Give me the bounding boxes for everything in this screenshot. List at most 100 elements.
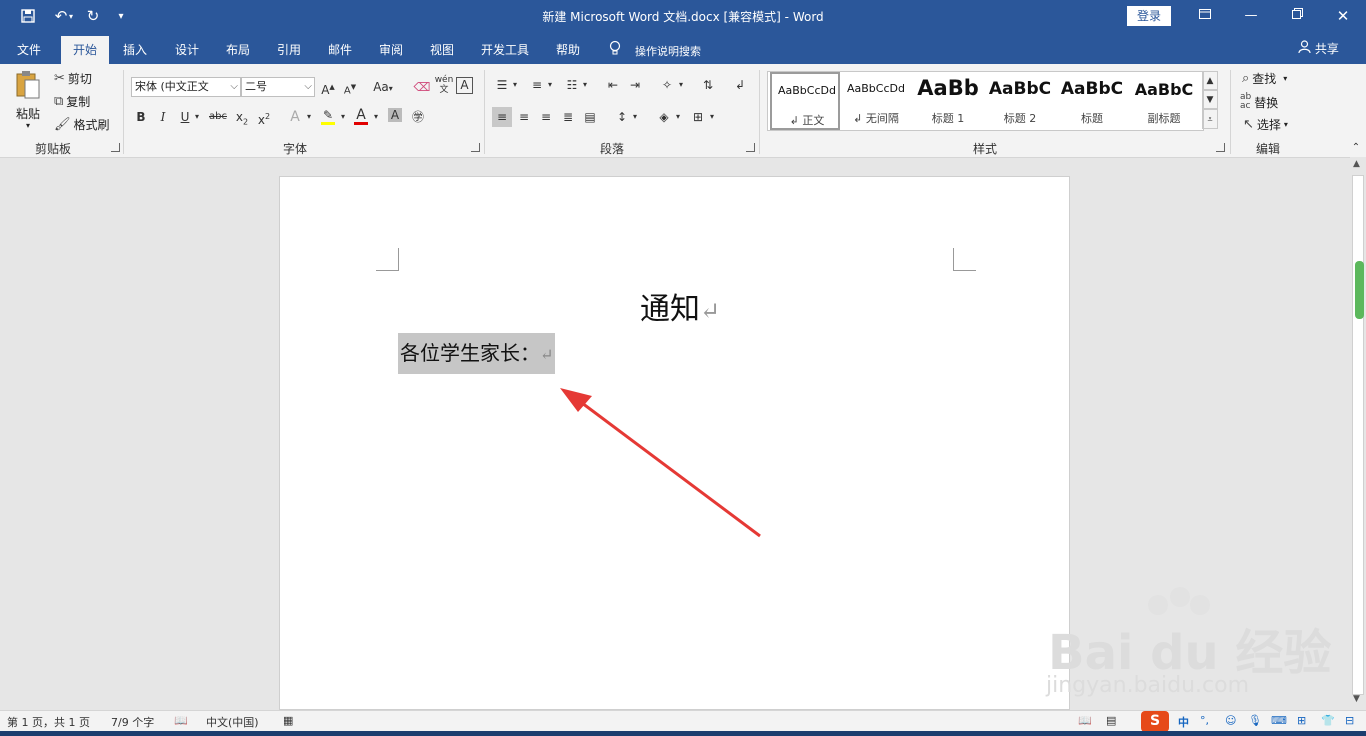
multilevel-list-icon[interactable]: ☷ bbox=[562, 75, 582, 95]
font-size-combobox[interactable]: 二号 ⌵ bbox=[241, 77, 315, 97]
style-no-spacing[interactable]: AaBbCcDd ↲ 无间隔 bbox=[841, 72, 911, 130]
collapse-ribbon-icon[interactable]: ⌃ bbox=[1346, 138, 1366, 158]
enclose-characters-icon[interactable]: ㊫ bbox=[408, 107, 428, 127]
style-title[interactable]: AaBbC 标题 bbox=[1057, 72, 1127, 130]
tab-review[interactable]: 审阅 bbox=[379, 41, 403, 58]
find-button[interactable]: ⌕ 查找 ▾ bbox=[1242, 70, 1287, 87]
text-effects-dropdown-icon[interactable]: ▾ bbox=[304, 107, 314, 127]
format-painter-button[interactable]: 🖌 格式刷 bbox=[54, 116, 110, 133]
login-button[interactable]: 登录 bbox=[1127, 6, 1171, 26]
style-heading-1[interactable]: AaBb 标题 1 bbox=[913, 72, 983, 130]
print-layout-icon[interactable]: ▤ bbox=[1106, 714, 1116, 727]
styles-more-icon[interactable]: ⩡ bbox=[1202, 109, 1218, 129]
character-border-icon[interactable]: A bbox=[456, 77, 473, 94]
align-center-icon[interactable]: ≡ bbox=[514, 107, 534, 127]
distributed-icon[interactable]: ▤ bbox=[580, 107, 600, 127]
increase-indent-icon[interactable]: ⇥ bbox=[625, 75, 645, 95]
line-spacing-icon[interactable]: ↕ bbox=[612, 107, 632, 127]
ime-mode-indicator[interactable]: 中 bbox=[1178, 714, 1189, 730]
keyboard-icon[interactable]: ⌨ bbox=[1271, 714, 1287, 727]
text-effects-icon[interactable]: A bbox=[285, 107, 305, 127]
align-right-icon[interactable]: ≡ bbox=[536, 107, 556, 127]
bullets-dropdown-icon[interactable]: ▾ bbox=[510, 75, 520, 95]
justify-icon[interactable]: ≣ bbox=[558, 107, 578, 127]
cut-button[interactable]: ✂ 剪切 bbox=[54, 70, 92, 87]
superscript-icon[interactable]: x2 bbox=[254, 107, 274, 127]
microphone-icon[interactable]: 🎙 bbox=[1248, 714, 1262, 727]
tab-help[interactable]: 帮助 bbox=[556, 41, 580, 58]
language-status[interactable]: 中文(中国) bbox=[206, 714, 259, 730]
line-spacing-dropdown-icon[interactable]: ▾ bbox=[630, 107, 640, 127]
tab-insert[interactable]: 插入 bbox=[123, 41, 147, 58]
scrollbar-thumb[interactable] bbox=[1355, 261, 1364, 319]
underline-dropdown-icon[interactable]: ▾ bbox=[192, 107, 202, 127]
grid-icon[interactable]: ⊞ bbox=[1297, 714, 1306, 727]
replace-button[interactable]: ab ac 替换 bbox=[1240, 93, 1278, 111]
shading-dropdown-icon[interactable]: ▾ bbox=[673, 107, 683, 127]
emoji-icon[interactable]: ☺ bbox=[1225, 714, 1236, 727]
style-heading-2[interactable]: AaBbC 标题 2 bbox=[985, 72, 1055, 130]
styles-dialog-launcher[interactable]: . bbox=[1216, 143, 1225, 152]
grow-font-icon[interactable]: A▲ bbox=[318, 77, 338, 97]
numbering-icon[interactable]: ≡ bbox=[527, 75, 547, 95]
borders-icon[interactable]: ⊞ bbox=[688, 107, 708, 127]
numbering-dropdown-icon[interactable]: ▾ bbox=[545, 75, 555, 95]
highlight-icon[interactable]: ✎ bbox=[318, 105, 338, 125]
bold-icon[interactable]: B bbox=[131, 107, 151, 127]
clipboard-dialog-launcher[interactable]: . bbox=[111, 143, 120, 152]
styles-scroll-down-icon[interactable]: ▼ bbox=[1202, 90, 1218, 109]
decrease-indent-icon[interactable]: ⇤ bbox=[603, 75, 623, 95]
tab-file[interactable]: 文件 bbox=[17, 41, 41, 58]
character-shading-icon[interactable]: A bbox=[388, 108, 402, 122]
font-name-combobox[interactable]: 宋体 (中文正文 ⌵ bbox=[131, 77, 241, 97]
tab-references[interactable]: 引用 bbox=[277, 41, 301, 58]
scrollbar-track[interactable] bbox=[1352, 175, 1364, 695]
shrink-font-icon[interactable]: A▼ bbox=[340, 77, 360, 97]
paragraph-dialog-launcher[interactable]: . bbox=[746, 143, 755, 152]
tab-developer[interactable]: 开发工具 bbox=[481, 41, 529, 58]
chinese-layout-icon[interactable]: ✧ bbox=[657, 75, 677, 95]
scroll-up-icon[interactable]: ▲ bbox=[1353, 159, 1360, 169]
font-color-dropdown-icon[interactable]: ▾ bbox=[371, 107, 381, 127]
style-subtitle[interactable]: AaBbC 副标题 bbox=[1129, 72, 1199, 130]
shading-icon[interactable]: ◈ bbox=[654, 107, 674, 127]
tab-design[interactable]: 设计 bbox=[175, 41, 199, 58]
share-button[interactable]: 共享 bbox=[1298, 40, 1339, 57]
tab-view[interactable]: 视图 bbox=[430, 41, 454, 58]
tab-layout[interactable]: 布局 bbox=[226, 41, 250, 58]
tab-mailings[interactable]: 邮件 bbox=[328, 41, 352, 58]
document-heading[interactable]: 通知↵ bbox=[640, 284, 720, 328]
scroll-down-icon[interactable]: ▼ bbox=[1353, 694, 1360, 704]
toolbox-icon[interactable]: ⊟ bbox=[1345, 714, 1354, 727]
show-formatting-marks-icon[interactable]: ↲ bbox=[730, 75, 750, 95]
selected-text-salutation[interactable]: 各位学生家长：↵ bbox=[398, 333, 556, 374]
tell-me-search[interactable]: 操作说明搜索 bbox=[635, 43, 701, 59]
borders-dropdown-icon[interactable]: ▾ bbox=[707, 107, 717, 127]
style-normal[interactable]: AaBbCcDd ↲ 正文 bbox=[770, 72, 840, 130]
font-color-icon[interactable]: A bbox=[351, 105, 371, 125]
macro-recording-icon[interactable]: ▦ bbox=[283, 714, 293, 727]
multilevel-dropdown-icon[interactable]: ▾ bbox=[580, 75, 590, 95]
close-icon[interactable]: ✕ bbox=[1330, 5, 1356, 27]
phonetic-guide-icon[interactable]: wén 文 bbox=[434, 75, 454, 95]
minimize-icon[interactable]: — bbox=[1238, 5, 1264, 27]
select-button[interactable]: ↖ 选择 ▾ bbox=[1243, 116, 1288, 133]
tab-home[interactable]: 开始 bbox=[61, 36, 110, 64]
clear-formatting-icon[interactable]: ⌫ bbox=[412, 77, 432, 97]
highlight-dropdown-icon[interactable]: ▾ bbox=[338, 107, 348, 127]
sort-icon[interactable]: ⇅ bbox=[698, 75, 718, 95]
proofing-icon[interactable]: 📖 bbox=[174, 714, 188, 727]
strikethrough-icon[interactable]: abc bbox=[208, 107, 228, 127]
chinese-layout-dropdown-icon[interactable]: ▾ bbox=[676, 75, 686, 95]
paste-button[interactable]: 粘贴 ▾ bbox=[14, 70, 42, 130]
skin-icon[interactable]: 👕 bbox=[1321, 714, 1335, 727]
restore-icon[interactable] bbox=[1284, 5, 1310, 27]
read-mode-icon[interactable]: 📖 bbox=[1078, 714, 1092, 727]
word-count-status[interactable]: 7/9 个字 bbox=[111, 714, 154, 730]
font-dialog-launcher[interactable]: . bbox=[471, 143, 480, 152]
align-left-icon[interactable]: ≡ bbox=[492, 107, 512, 127]
document-page[interactable] bbox=[279, 176, 1070, 710]
bullets-icon[interactable]: ☰ bbox=[492, 75, 512, 95]
copy-button[interactable]: ⧉ 复制 bbox=[54, 93, 90, 110]
punctuation-icon[interactable]: °, bbox=[1200, 714, 1209, 727]
